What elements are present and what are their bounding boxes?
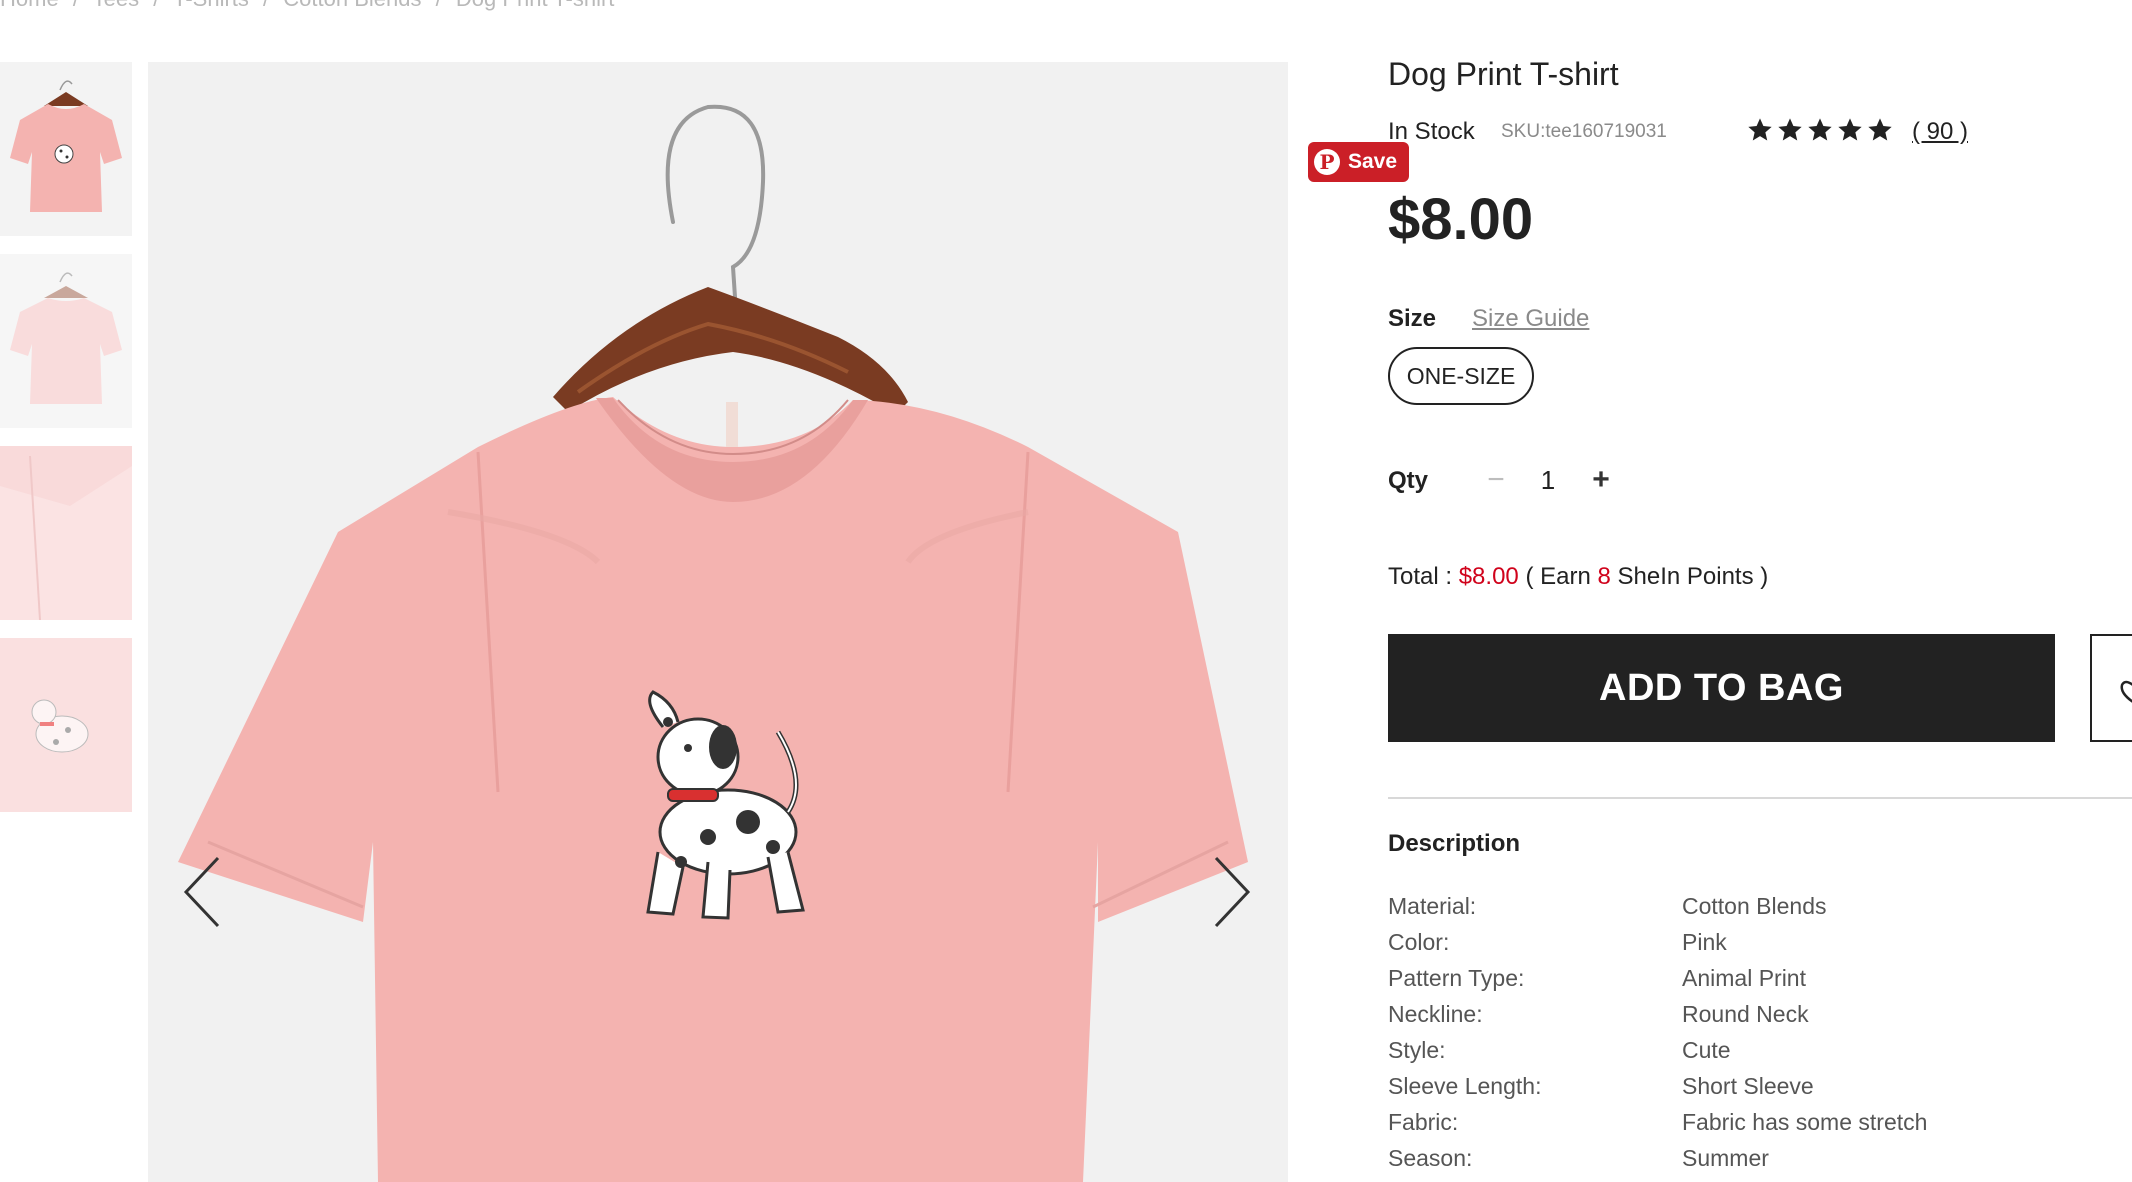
description-value: Short Sleeve [1682, 1073, 1814, 1099]
description-key: Material: [1388, 893, 1477, 919]
rating-stars [1746, 116, 1894, 144]
description-key: Neckline: [1388, 1001, 1483, 1027]
breadcrumb-home[interactable]: Home [0, 0, 59, 11]
breadcrumb-separator: / [73, 0, 79, 11]
chevron-left-icon [183, 856, 220, 928]
description-title: Description [1388, 830, 1521, 857]
star-icon [1748, 118, 1772, 141]
wishlist-button[interactable] [2090, 634, 2132, 742]
description-list: Material: Cotton Blends Color: Pink Patt… [1388, 893, 2132, 1181]
size-option-one-size[interactable]: ONE-SIZE [1388, 347, 1534, 405]
star-icon [1778, 118, 1802, 141]
section-divider [1388, 797, 2132, 799]
description-row: Fabric: Fabric has some stretch [1388, 1109, 2132, 1145]
description-row: Sleeve Length: Short Sleeve [1388, 1073, 2132, 1109]
description-value: Fabric has some stretch [1682, 1109, 1928, 1135]
breadcrumb-cotton-blends[interactable]: Cotton Blends [283, 0, 421, 11]
description-key: Pattern Type: [1388, 965, 1525, 991]
size-label: Size [1388, 305, 1437, 332]
product-title: Dog Print T-shirt [1388, 56, 1619, 92]
total-amount: $8.00 [1458, 563, 1519, 590]
description-key: Fabric: [1388, 1109, 1459, 1135]
description-value: Pink [1682, 929, 1727, 955]
breadcrumb-tshirts[interactable]: T-Shirts [173, 0, 249, 11]
description-key: Color: [1388, 929, 1450, 955]
qty-input[interactable]: 1 [1524, 458, 1572, 502]
breadcrumb-separator: / [153, 0, 159, 11]
thumbnail-sleeve-detail[interactable] [0, 446, 132, 620]
description-key: Sleeve Length: [1388, 1073, 1542, 1099]
description-value: Cotton Blends [1682, 893, 1827, 919]
product-sku: SKU:tee160719031 [1501, 121, 1667, 142]
qty-decrease-button[interactable]: − [1474, 458, 1518, 502]
description-value: Summer [1682, 1145, 1769, 1171]
reviews-count-link[interactable]: ( 90 ) [1912, 118, 1968, 146]
breadcrumb-current: Dog Print T-shirt [456, 0, 615, 11]
pinterest-icon: P [1314, 149, 1340, 175]
main-product-image[interactable] [148, 62, 1288, 1182]
next-image-button[interactable] [1206, 852, 1256, 932]
star-icon [1838, 118, 1862, 141]
description-row: Style: Cute [1388, 1037, 2132, 1073]
qty-label: Qty [1388, 467, 1429, 494]
description-value: Animal Print [1682, 965, 1806, 991]
description-row: Season: Summer [1388, 1145, 2132, 1181]
description-row: Material: Cotton Blends [1388, 893, 2132, 929]
stock-status: In Stock [1388, 118, 1475, 145]
previous-image-button[interactable] [178, 852, 228, 932]
breadcrumb-tees[interactable]: Tees [93, 0, 139, 11]
description-value: Cute [1682, 1037, 1731, 1063]
chevron-right-icon [1214, 856, 1251, 928]
description-row: Pattern Type: Animal Print [1388, 965, 2132, 1001]
description-row: Neckline: Round Neck [1388, 1001, 2132, 1037]
tshirt-photo [148, 62, 1288, 1182]
description-key: Style: [1388, 1037, 1446, 1063]
star-icon [1868, 118, 1892, 141]
earn-label: ( Earn [1525, 563, 1591, 590]
thumbnail-sleeve-image [0, 446, 132, 620]
description-row: Color: Pink [1388, 929, 2132, 965]
product-info-panel: Dog Print T-shirt In Stock SKU:tee160719… [1388, 0, 2132, 1182]
earn-points-suffix: SheIn Points ) [1617, 563, 1769, 590]
heart-icon [2120, 680, 2132, 703]
breadcrumb-separator: / [436, 0, 442, 11]
star-icon [1808, 118, 1832, 141]
thumbnail-back-image [0, 254, 132, 428]
size-guide-link[interactable]: Size Guide [1472, 305, 1589, 333]
breadcrumb: Home / Tees / T-Shirts / Cotton Blends /… [0, 0, 622, 12]
breadcrumb-separator: / [263, 0, 269, 11]
thumbnail-front-image [0, 62, 132, 236]
description-key: Season: [1388, 1145, 1473, 1171]
total-label: Total : [1388, 563, 1453, 590]
earn-points-value: 8 [1597, 563, 1611, 590]
thumbnail-back[interactable] [0, 254, 132, 428]
order-total: Total : $8.00 ( Earn 8 SheIn Points ) [1388, 563, 1768, 591]
description-value: Round Neck [1682, 1001, 1809, 1027]
add-to-bag-button[interactable]: ADD TO BAG [1388, 634, 2055, 742]
product-price: $8.00 [1388, 187, 1534, 252]
thumbnail-print-image [0, 638, 132, 812]
qty-increase-button[interactable]: + [1579, 458, 1623, 502]
thumbnail-front[interactable] [0, 62, 132, 236]
thumbnail-print-detail[interactable] [0, 638, 132, 812]
